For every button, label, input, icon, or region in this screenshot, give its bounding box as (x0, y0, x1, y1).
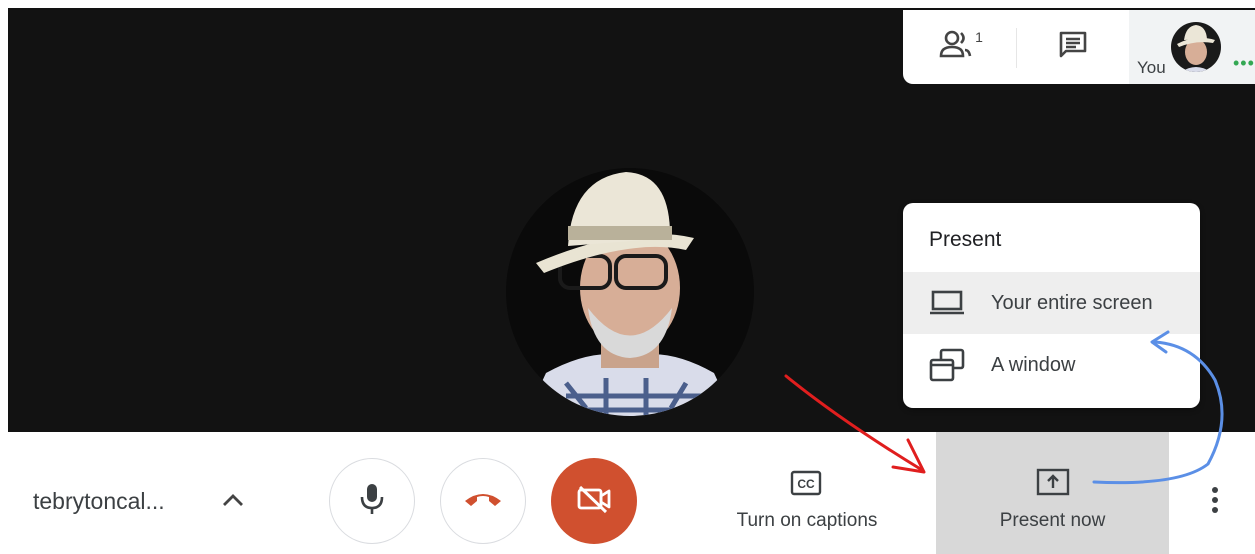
more-vert-icon (1211, 485, 1219, 520)
leave-call-button[interactable] (440, 458, 526, 544)
participant-avatar (506, 168, 754, 416)
present-menu: Present Your entire screen A window (903, 203, 1200, 408)
bottom-toolbar: tebrytoncal... CC Turn on captions Prese… (0, 432, 1255, 554)
top-toolbar: 1 You ••• (903, 10, 1255, 84)
svg-text:CC: CC (797, 477, 815, 491)
present-now-button[interactable]: Present now (936, 432, 1169, 554)
camera-toggle-button[interactable] (551, 458, 637, 544)
present-now-label: Present now (999, 510, 1106, 531)
meeting-name[interactable]: tebrytoncal... (33, 488, 165, 515)
closed-captions-icon: CC (790, 470, 822, 501)
captions-label: Turn on captions (736, 510, 878, 531)
laptop-icon (903, 290, 991, 316)
menu-item-label: A window (991, 353, 1076, 376)
self-avatar (1171, 22, 1221, 72)
menu-item-label: Your entire screen (991, 291, 1153, 314)
self-label: You (1137, 58, 1166, 77)
chat-button[interactable] (1033, 10, 1113, 84)
more-dots-icon[interactable]: ••• (1233, 53, 1255, 74)
microphone-icon (359, 482, 385, 521)
present-screen-icon (1036, 468, 1070, 503)
captions-button[interactable]: CC Turn on captions (712, 432, 902, 554)
chat-icon (1057, 29, 1089, 66)
hang-up-icon (463, 489, 503, 514)
mic-button[interactable] (329, 458, 415, 544)
people-icon (939, 28, 979, 67)
menu-item-a-window[interactable]: A window (903, 334, 1200, 396)
more-options-button[interactable] (1200, 482, 1230, 522)
window-icon (903, 348, 991, 382)
self-view-tile[interactable]: You ••• (1129, 10, 1255, 84)
camera-off-icon (576, 484, 612, 519)
participants-count: 1 (975, 29, 983, 45)
present-menu-title: Present (929, 228, 1002, 251)
chevron-up-icon[interactable] (220, 488, 246, 519)
menu-item-entire-screen[interactable]: Your entire screen (903, 272, 1200, 334)
participants-button[interactable]: 1 (923, 10, 1003, 84)
toolbar-divider (1016, 28, 1017, 68)
